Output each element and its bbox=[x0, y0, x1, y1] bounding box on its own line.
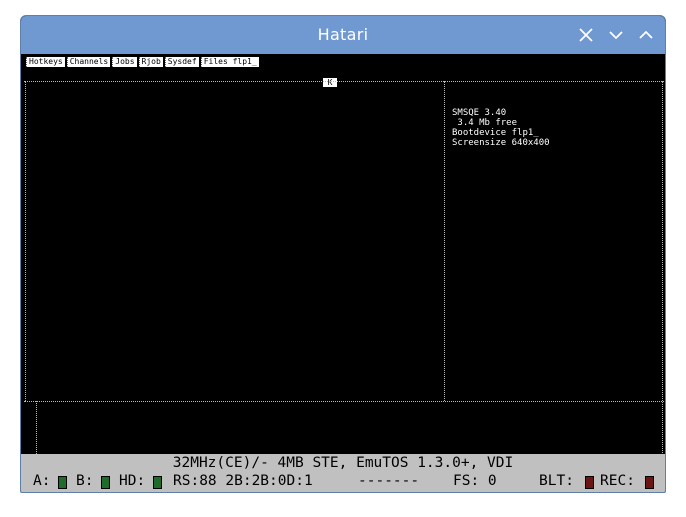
rec-label: REC: bbox=[600, 473, 635, 489]
blt-led bbox=[585, 476, 594, 489]
fs-status: FS: 0 bbox=[453, 473, 497, 489]
info-version: SMSQE 3.40 bbox=[452, 108, 507, 118]
chevron-up-icon bbox=[639, 30, 653, 39]
tab-jobs[interactable]: Jobs bbox=[112, 57, 137, 67]
tab-files[interactable]: Files flp1_ bbox=[200, 57, 259, 67]
tab-rjob[interactable]: Rjob bbox=[138, 57, 163, 67]
status-indicators: A: B: HD: RS:88 2B:2B:0D:1 ------- FS: 0… bbox=[33, 473, 654, 491]
tab-hotkeys[interactable]: Hotkeys bbox=[26, 57, 65, 67]
info-window-left-border bbox=[444, 81, 445, 401]
drive-a-led bbox=[58, 476, 67, 489]
machine-info: 32MHz(CE)/- 4MB STE, EmuTOS 1.3.0+, VDI bbox=[172, 455, 514, 471]
info-screensize: Screensize 640x400 bbox=[452, 138, 550, 148]
activity-dashes: ------- bbox=[358, 473, 420, 489]
command-window-left-border bbox=[36, 401, 37, 454]
blt-label: BLT: bbox=[539, 473, 574, 489]
hd-led bbox=[153, 476, 162, 489]
close-icon bbox=[579, 28, 593, 42]
drive-a-label: A: bbox=[33, 473, 51, 489]
text-cursor: K bbox=[323, 78, 337, 87]
chevron-down-icon bbox=[609, 31, 623, 40]
main-window-left-border bbox=[25, 81, 26, 401]
info-free-memory: 3.4 Mb free bbox=[452, 118, 518, 128]
menu-tabs: Hotkeys Channels Jobs Rjob Sysdef Files … bbox=[26, 57, 259, 67]
drive-b-led bbox=[101, 476, 110, 489]
screen-right-border bbox=[662, 81, 663, 453]
title-bar[interactable]: Hatari bbox=[21, 16, 665, 54]
main-window-top-border bbox=[24, 81, 664, 82]
info-bootdevice: Bootdevice flp1_ bbox=[452, 128, 539, 138]
tab-channels[interactable]: Channels bbox=[66, 57, 111, 67]
hatari-window: Hatari Hotkeys Channels Jobs Rjob Sysdef… bbox=[20, 15, 666, 493]
rs-status: RS:88 2B:2B:0D:1 bbox=[173, 473, 313, 489]
status-bar: 32MHz(CE)/- 4MB STE, EmuTOS 1.3.0+, VDI … bbox=[21, 454, 665, 492]
close-button[interactable] bbox=[577, 26, 595, 44]
system-info: SMSQE 3.40 3.4 Mb free Bootdevice flp1_ Sc… bbox=[452, 108, 550, 148]
hd-label: HD: bbox=[119, 473, 146, 489]
minimize-button[interactable] bbox=[607, 26, 625, 44]
command-window-top-border bbox=[24, 401, 664, 402]
rec-led bbox=[645, 476, 654, 489]
maximize-button[interactable] bbox=[637, 26, 655, 44]
window-title: Hatari bbox=[317, 25, 369, 44]
emulator-screen[interactable]: Hotkeys Channels Jobs Rjob Sysdef Files … bbox=[24, 54, 664, 454]
tab-sysdef[interactable]: Sysdef bbox=[164, 57, 199, 67]
drive-b-label: B: bbox=[76, 473, 94, 489]
